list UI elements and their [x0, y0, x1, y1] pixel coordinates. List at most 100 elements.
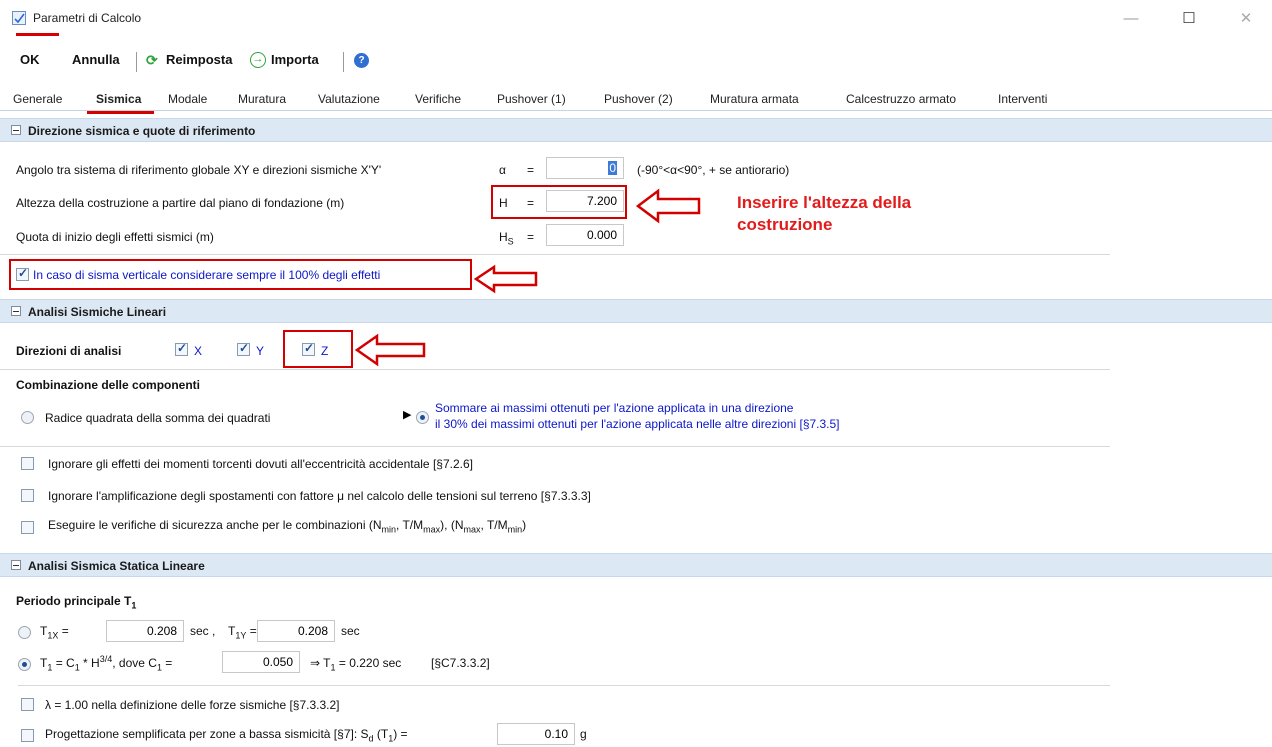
- section-title: Direzione sismica e quote di riferimento: [28, 124, 256, 138]
- tab-verifiche[interactable]: Verifiche: [415, 92, 461, 106]
- toolbar-separator: [136, 52, 137, 72]
- height-symbol: H: [499, 196, 508, 210]
- tab-sismica[interactable]: Sismica: [96, 92, 141, 106]
- sd-value: 0.10: [544, 727, 568, 741]
- section-title: Analisi Sismica Statica Lineare: [28, 559, 205, 573]
- ok-underline: [16, 33, 59, 36]
- radio-sum-30[interactable]: [416, 411, 429, 424]
- tab-generale[interactable]: Generale: [13, 92, 62, 106]
- annotation-arrow-icon: [636, 188, 701, 224]
- equals-sign: =: [527, 163, 535, 177]
- safety-combinations-checkbox[interactable]: [21, 521, 34, 534]
- collapse-icon[interactable]: [11, 306, 21, 316]
- radio-sum-label-line1: Sommare ai massimi ottenuti per l'azione…: [435, 401, 794, 415]
- combination-label: Combinazione delle componenti: [16, 378, 201, 392]
- safety-combinations-label: Eseguire le verifiche di sicurezza anche…: [48, 518, 527, 535]
- c1-input[interactable]: 0.050: [222, 651, 300, 673]
- period-result: ⇒ T1 = 0.220 sec: [310, 656, 402, 673]
- tab-valutazione[interactable]: Valutazione: [318, 92, 380, 106]
- divider: [0, 446, 1110, 447]
- angle-value: 0: [608, 161, 617, 175]
- c1-value: 0.050: [262, 655, 293, 669]
- collapse-icon[interactable]: [11, 125, 21, 135]
- section-header-statica[interactable]: Analisi Sismica Statica Lineare: [0, 553, 1272, 577]
- height-input[interactable]: 7.200: [546, 190, 624, 212]
- tab-pushover-2[interactable]: Pushover (2): [604, 92, 673, 106]
- annotation-arrow-icon: [474, 264, 538, 294]
- close-button[interactable]: ✕: [1235, 8, 1257, 30]
- alpha-symbol: α: [499, 163, 506, 177]
- divider: [0, 254, 1110, 255]
- lambda-checkbox[interactable]: [21, 698, 34, 711]
- reset-icon: ⟳: [146, 52, 158, 68]
- section-title: Analisi Sismiche Lineari: [28, 305, 167, 319]
- t1y-input[interactable]: 0.208: [257, 620, 335, 642]
- sd-input[interactable]: 0.10: [497, 723, 575, 745]
- selected-marker-icon: ▶: [403, 409, 412, 421]
- t1x-input[interactable]: 0.208: [106, 620, 184, 642]
- section-header-direzione[interactable]: Direzione sismica e quote di riferimento: [0, 118, 1272, 142]
- divider: [0, 369, 1110, 370]
- height-label: Altezza della costruzione a partire dal …: [16, 196, 345, 210]
- collapse-icon[interactable]: [11, 560, 21, 570]
- tab-bar: Generale Sismica Modale Muratura Valutaz…: [0, 88, 1272, 111]
- angle-input[interactable]: 0: [546, 157, 624, 179]
- torsion-checkbox[interactable]: [21, 457, 34, 470]
- period-label: Periodo principale T1: [16, 594, 137, 611]
- directions-label: Direzioni di analisi: [16, 344, 122, 358]
- toolbar: OK Annulla ⟳ Reimposta → Importa ?: [0, 38, 1272, 74]
- import-button[interactable]: Importa: [271, 52, 319, 67]
- window-title: Parametri di Calcolo: [33, 11, 142, 25]
- radio-srss-label: Radice quadrata della somma dei quadrati: [45, 411, 271, 425]
- radio-period-manual[interactable]: [18, 626, 31, 639]
- t1x-value: 0.208: [146, 624, 177, 638]
- reset-button[interactable]: Reimposta: [166, 52, 232, 67]
- direction-y-label: Y: [256, 344, 265, 358]
- direction-z-checkbox[interactable]: [302, 341, 315, 356]
- radio-period-formula[interactable]: [18, 658, 31, 671]
- t1x-label: T1X =: [40, 624, 69, 641]
- vertical-seismic-checkbox[interactable]: [16, 266, 29, 281]
- direction-x-label: X: [194, 344, 203, 358]
- tab-pushover-1[interactable]: Pushover (1): [497, 92, 566, 106]
- period-formula: T1 = C1 * H3/4, dove C1 =: [40, 654, 173, 673]
- tab-modale[interactable]: Modale: [168, 92, 207, 106]
- equals-sign: =: [527, 230, 535, 244]
- import-icon: →: [250, 52, 266, 68]
- maximize-button[interactable]: ☐: [1178, 8, 1200, 30]
- radio-sum-label-line2: il 30% dei massimi ottenuti per l'azione…: [435, 417, 840, 431]
- tab-muratura-armata[interactable]: Muratura armata: [710, 92, 799, 106]
- t1y-value: 0.208: [297, 624, 328, 638]
- title-bar: Parametri di Calcolo — ☐ ✕: [0, 0, 1272, 38]
- toolbar-separator-2: [343, 52, 344, 72]
- direction-y-checkbox[interactable]: [237, 341, 250, 356]
- mu-amplification-checkbox[interactable]: [21, 489, 34, 502]
- height-annotation: Inserire l'altezza della costruzione: [737, 193, 912, 234]
- direction-z-label: Z: [321, 344, 329, 358]
- simplified-design-label: Progettazione semplificata per zone a ba…: [45, 727, 408, 744]
- active-tab-indicator: [87, 111, 154, 114]
- app-icon: [12, 11, 26, 25]
- vertical-seismic-label: In caso di sisma verticale considerare s…: [33, 268, 381, 282]
- direction-x-checkbox[interactable]: [175, 341, 188, 356]
- annotation-arrow-icon: [355, 333, 426, 367]
- help-icon[interactable]: ?: [354, 53, 369, 68]
- tab-muratura[interactable]: Muratura: [238, 92, 286, 106]
- equals-sign: =: [527, 196, 535, 210]
- quota-input[interactable]: 0.000: [546, 224, 624, 246]
- minimize-button[interactable]: —: [1120, 8, 1142, 30]
- quota-label: Quota di inizio degli effetti sismici (m…: [16, 230, 214, 244]
- tab-interventi[interactable]: Interventi: [998, 92, 1047, 106]
- direction-z-highlight-box: [283, 330, 353, 368]
- radio-srss[interactable]: [21, 411, 34, 424]
- cancel-button[interactable]: Annulla: [72, 52, 120, 67]
- simplified-design-checkbox[interactable]: [21, 729, 34, 742]
- torsion-label: Ignorare gli effetti dei momenti torcent…: [48, 457, 473, 471]
- t1y-unit: sec: [341, 624, 360, 638]
- quota-value: 0.000: [586, 228, 617, 242]
- quota-symbol: HS: [499, 230, 514, 247]
- section-header-lineari[interactable]: Analisi Sismiche Lineari: [0, 299, 1272, 323]
- tab-calcestruzzo-armato[interactable]: Calcestruzzo armato: [846, 92, 956, 106]
- ok-button[interactable]: OK: [20, 52, 40, 67]
- period-reference: [§C7.3.3.2]: [431, 656, 490, 670]
